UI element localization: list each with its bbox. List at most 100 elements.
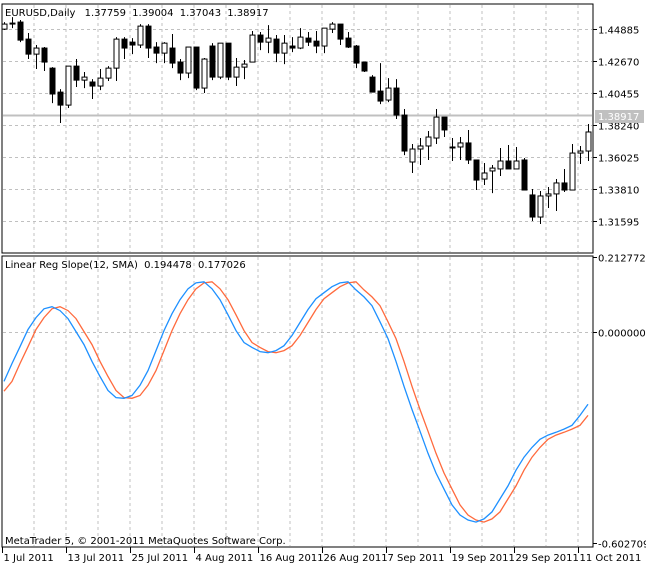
candle (129, 38, 136, 55)
candle-body-bear (393, 87, 400, 116)
candle-body-bear (153, 46, 160, 54)
indicator-signal-value: 0.177026 (198, 260, 246, 271)
candle (521, 157, 528, 191)
chart-header: EURUSD,Daily 1.37759 1.39004 1.37043 1.3… (5, 8, 269, 19)
price-tick-label: 1.31595 (598, 218, 639, 229)
candle (161, 42, 168, 64)
candle (209, 43, 216, 81)
candle-body-bear (145, 25, 152, 49)
candle-body-bear (273, 38, 280, 54)
candle (97, 69, 104, 91)
candle-body-bull (577, 150, 584, 154)
candle (409, 143, 416, 173)
candle-body-bear (561, 182, 568, 191)
candle (577, 145, 584, 165)
candle-body-bear (305, 37, 312, 43)
candle-body-bear (401, 114, 408, 152)
candle (305, 32, 312, 47)
candle (169, 34, 176, 69)
time-axis: 1 Jul 2011 13 Jul 2011 25 Jul 2011 4 Aug 20… (2, 547, 641, 564)
candle-body-bull (241, 63, 248, 68)
candle (377, 63, 384, 105)
candle (465, 129, 472, 165)
candle (273, 35, 280, 63)
time-tick-label: 16 Aug 2011 (260, 553, 324, 564)
candle (217, 42, 224, 80)
candle (177, 59, 184, 81)
candle-body-bull (513, 160, 520, 170)
candle-body-bull (137, 25, 144, 46)
candle (137, 24, 144, 49)
indicator-axis: 0.212772 0.000000 -0.602709 (593, 254, 646, 551)
candle-body-bull (33, 47, 40, 55)
candle-body-bull (201, 58, 208, 89)
signal-line (3, 281, 589, 523)
candle-body-bear (361, 61, 368, 72)
candle-body-bear (129, 41, 136, 46)
candle (185, 46, 192, 79)
candle-body-bear (41, 47, 48, 63)
candle-body-bull (553, 182, 560, 195)
indicator-main-value: 0.194478 (144, 260, 192, 271)
indicator-panel-frame[interactable] (1, 255, 594, 548)
indicator-tick-label: 0.000000 (598, 329, 646, 340)
price-tick-label: 1.40455 (598, 90, 639, 101)
open-value: 1.37759 (85, 8, 126, 19)
candle (585, 124, 592, 162)
candle-body-bull (481, 172, 488, 180)
candle-body-bull (265, 37, 272, 43)
candle-body-bear (289, 45, 296, 49)
candle (49, 67, 56, 104)
candle-body-bull (321, 27, 328, 47)
candle (529, 189, 536, 221)
candle (353, 45, 360, 69)
candle (113, 37, 120, 81)
current-price-label: 1.38917 (598, 112, 639, 123)
candle (313, 31, 320, 54)
candle (81, 72, 88, 89)
candle (17, 20, 24, 43)
candle-body-bull (497, 160, 504, 170)
candle (193, 46, 200, 91)
candle (337, 23, 344, 46)
candle-body-bear (345, 37, 352, 48)
candle (545, 186, 552, 208)
candle-body-bull (537, 195, 544, 218)
candle-body-bear (465, 142, 472, 161)
candle-body-bear (169, 47, 176, 64)
candle-body-bull (113, 38, 120, 69)
candle (505, 144, 512, 170)
candle-body-bear (57, 91, 64, 106)
candle (561, 168, 568, 193)
candle (57, 89, 64, 124)
candle-body-bull (425, 136, 432, 147)
candle (425, 130, 432, 160)
metatrader-chart[interactable]: 1.44885 1.42670 1.40455 1.38240 1.36025 1.338… (0, 0, 646, 569)
time-tick-label: 25 Jul 2011 (132, 553, 189, 564)
candle-body-bear (521, 159, 528, 191)
time-tick-label: 1 Jul 2011 (4, 553, 54, 564)
candle-body-bull (329, 23, 336, 30)
candle-body-bull (1, 23, 8, 30)
candle-body-bear (337, 23, 344, 40)
candle (65, 65, 72, 108)
candle (481, 163, 488, 185)
candle (73, 59, 80, 88)
candle-body-bear (353, 45, 360, 64)
candle (489, 165, 496, 194)
candle-body-bull (457, 142, 464, 148)
candle-body-bull (161, 42, 168, 54)
candle-body-bear (225, 42, 232, 78)
candle-body-bull (281, 42, 288, 54)
candle (297, 28, 304, 50)
candle (225, 42, 232, 81)
candle-body-bear (529, 194, 536, 218)
candle (1, 22, 8, 31)
candle-body-bull (81, 76, 88, 81)
candle-body-bull (97, 77, 104, 87)
candle-body-bull (409, 148, 416, 163)
candle (25, 33, 32, 60)
low-value: 1.37043 (180, 8, 221, 19)
candle (249, 31, 256, 63)
candle-body-bull (249, 34, 256, 63)
